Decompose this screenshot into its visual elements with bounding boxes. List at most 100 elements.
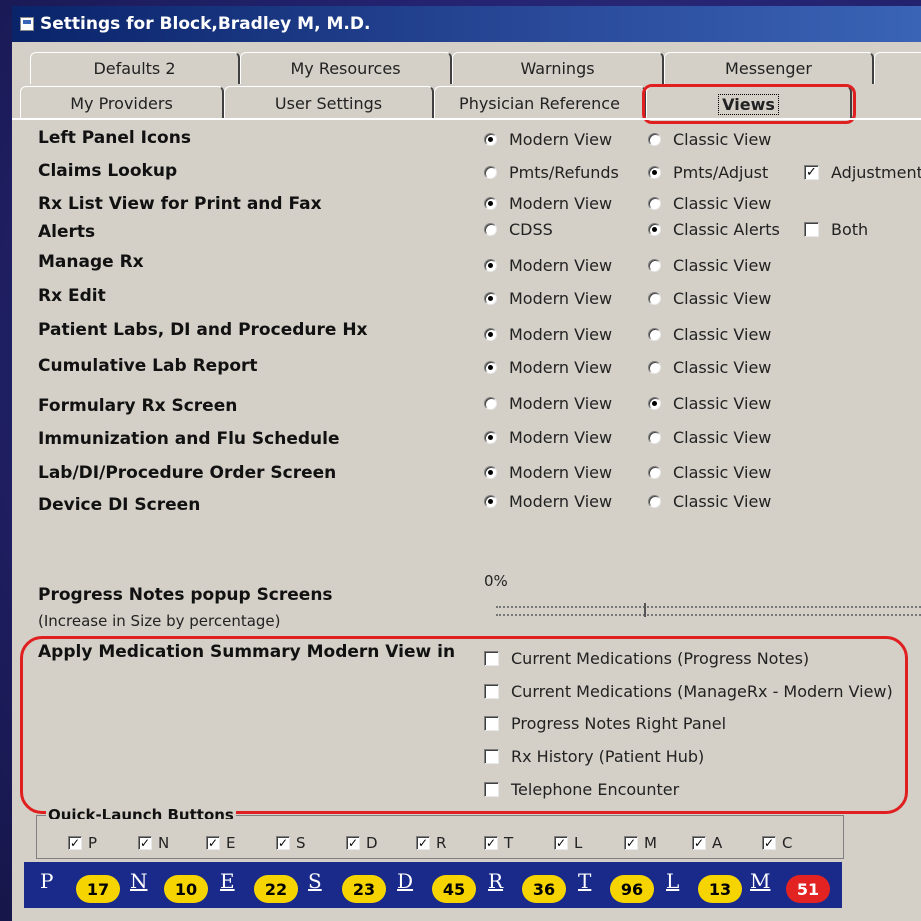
setting-label-order-screen: Lab/DI/Procedure Order Screen: [38, 463, 337, 483]
ql-badge-s[interactable]: 23: [342, 875, 386, 903]
setting-label-rx-edit: Rx Edit: [38, 286, 106, 306]
ql-check-t[interactable]: ✓ T: [484, 834, 513, 852]
tab-my-resources[interactable]: My Resources: [240, 52, 452, 84]
setting-label-formulary-rx: Formulary Rx Screen: [38, 396, 238, 416]
ql-check-m[interactable]: ✓ M: [624, 834, 657, 852]
med-summary-telephone[interactable]: Telephone Encounter: [484, 780, 679, 799]
ql-check-a[interactable]: ✓ A: [692, 834, 722, 852]
radio-icon: [484, 466, 497, 479]
order-screen-classic-radio[interactable]: Classic View: [648, 463, 771, 482]
ql-letter-t[interactable]: T: [578, 869, 591, 893]
setting-label-left-panel-icons: Left Panel Icons: [38, 128, 191, 148]
ql-badge-n[interactable]: 10: [164, 875, 208, 903]
checkbox-checked-icon: ✓: [554, 836, 568, 850]
alerts-classic-radio[interactable]: Classic Alerts: [648, 220, 780, 239]
slider-thumb[interactable]: [644, 603, 646, 617]
manage-rx-modern-radio[interactable]: Modern View: [484, 256, 612, 275]
left-panel-modern-radio[interactable]: Modern View: [484, 130, 612, 149]
ql-check-d[interactable]: ✓ D: [346, 834, 378, 852]
checkbox-checked-icon: ✓: [624, 836, 638, 850]
radio-icon: [648, 133, 661, 146]
ql-badge-r[interactable]: 36: [522, 875, 566, 903]
checkbox-checked-icon: ✓: [68, 836, 82, 850]
rx-edit-modern-radio[interactable]: Modern View: [484, 289, 612, 308]
tab-my-providers[interactable]: My Providers: [20, 86, 224, 120]
formulary-classic-radio[interactable]: Classic View: [648, 394, 771, 413]
radio-icon: [484, 495, 497, 508]
rx-list-modern-radio[interactable]: Modern View: [484, 194, 612, 213]
setting-label-cumulative-lab: Cumulative Lab Report: [38, 356, 258, 376]
rx-edit-classic-radio[interactable]: Classic View: [648, 289, 771, 308]
immunization-modern-radio[interactable]: Modern View: [484, 428, 612, 447]
app-icon: [20, 17, 34, 31]
radio-icon: [484, 197, 497, 210]
med-summary-current-meds-pn[interactable]: Current Medications (Progress Notes): [484, 649, 809, 668]
setting-label-immunization: Immunization and Flu Schedule: [38, 429, 340, 449]
ql-check-r[interactable]: ✓ R: [416, 834, 446, 852]
claims-pmts-refunds-radio[interactable]: Pmts/Refunds: [484, 163, 619, 182]
tab-warnings[interactable]: Warnings: [452, 52, 664, 84]
ql-badge-e[interactable]: 22: [254, 875, 298, 903]
ql-check-c[interactable]: ✓ C: [762, 834, 792, 852]
ql-badge-p[interactable]: 17: [76, 875, 120, 903]
ql-check-p[interactable]: ✓ P: [68, 834, 97, 852]
ql-letter-r[interactable]: R: [488, 869, 503, 893]
ql-badge-m[interactable]: 51: [786, 875, 830, 903]
immunization-classic-radio[interactable]: Classic View: [648, 428, 771, 447]
order-screen-modern-radio[interactable]: Modern View: [484, 463, 612, 482]
radio-icon: [484, 397, 497, 410]
ql-letter-p[interactable]: P: [40, 869, 53, 893]
med-summary-pn-right-panel[interactable]: Progress Notes Right Panel: [484, 714, 726, 733]
ql-badge-d[interactable]: 45: [432, 875, 476, 903]
device-di-modern-radio[interactable]: Modern View: [484, 492, 612, 511]
patient-labs-modern-radio[interactable]: Modern View: [484, 325, 612, 344]
cumulative-lab-classic-radio[interactable]: Classic View: [648, 358, 771, 377]
radio-icon: [484, 259, 497, 272]
tab-messenger[interactable]: Messenger: [664, 52, 874, 84]
ql-letter-d[interactable]: D: [397, 869, 413, 893]
tab-physician-reference[interactable]: Physician Reference: [434, 86, 646, 120]
ql-letter-s[interactable]: S: [308, 869, 322, 893]
manage-rx-classic-radio[interactable]: Classic View: [648, 256, 771, 275]
med-summary-current-meds-managerx[interactable]: Current Medications (ManageRx - Modern V…: [484, 682, 893, 701]
alerts-both-checkbox[interactable]: Both: [804, 220, 868, 239]
ql-badge-t[interactable]: 96: [610, 875, 654, 903]
ql-letter-e[interactable]: E: [220, 869, 235, 893]
ql-check-l[interactable]: ✓ L: [554, 834, 582, 852]
rx-list-classic-radio[interactable]: Classic View: [648, 194, 771, 213]
ql-letter-l[interactable]: L: [666, 869, 679, 893]
ql-check-n[interactable]: ✓ N: [138, 834, 169, 852]
tab-more[interactable]: [874, 52, 921, 84]
ql-letter-m[interactable]: M: [750, 869, 770, 893]
setting-label-rx-list-view: Rx List View for Print and Fax: [38, 194, 322, 214]
radio-icon: [648, 197, 661, 210]
cumulative-lab-modern-radio[interactable]: Modern View: [484, 358, 612, 377]
checkbox-checked-icon: ✓: [138, 836, 152, 850]
checkbox-icon: [484, 651, 499, 666]
tab-divider: [12, 118, 921, 120]
left-panel-classic-radio[interactable]: Classic View: [648, 130, 771, 149]
alerts-cdss-radio[interactable]: CDSS: [484, 220, 553, 239]
tab-user-settings[interactable]: User Settings: [224, 86, 434, 120]
quick-launch-title: Quick-Launch Buttons: [46, 807, 236, 819]
ql-badge-l[interactable]: 13: [698, 875, 742, 903]
patient-labs-classic-radio[interactable]: Classic View: [648, 325, 771, 344]
checkbox-checked-icon: ✓: [276, 836, 290, 850]
med-summary-rx-history[interactable]: Rx History (Patient Hub): [484, 747, 704, 766]
claims-adjustment-checkbox[interactable]: ✓ Adjustment: [804, 163, 921, 182]
radio-icon: [484, 328, 497, 341]
radio-icon: [484, 133, 497, 146]
ql-check-e[interactable]: ✓ E: [206, 834, 235, 852]
setting-label-alerts: Alerts: [38, 222, 96, 242]
device-di-classic-radio[interactable]: Classic View: [648, 492, 771, 511]
setting-label-manage-rx: Manage Rx: [38, 252, 144, 272]
med-summary-label: Apply Medication Summary Modern View in: [38, 642, 456, 662]
radio-icon: [648, 166, 661, 179]
tab-defaults-2[interactable]: Defaults 2: [30, 52, 240, 84]
claims-pmts-adjust-radio[interactable]: Pmts/Adjust: [648, 163, 768, 182]
radio-icon: [648, 259, 661, 272]
formulary-modern-radio[interactable]: Modern View: [484, 394, 612, 413]
progress-notes-slider[interactable]: [496, 606, 921, 616]
ql-letter-n[interactable]: N: [130, 869, 148, 893]
ql-check-s[interactable]: ✓ S: [276, 834, 306, 852]
